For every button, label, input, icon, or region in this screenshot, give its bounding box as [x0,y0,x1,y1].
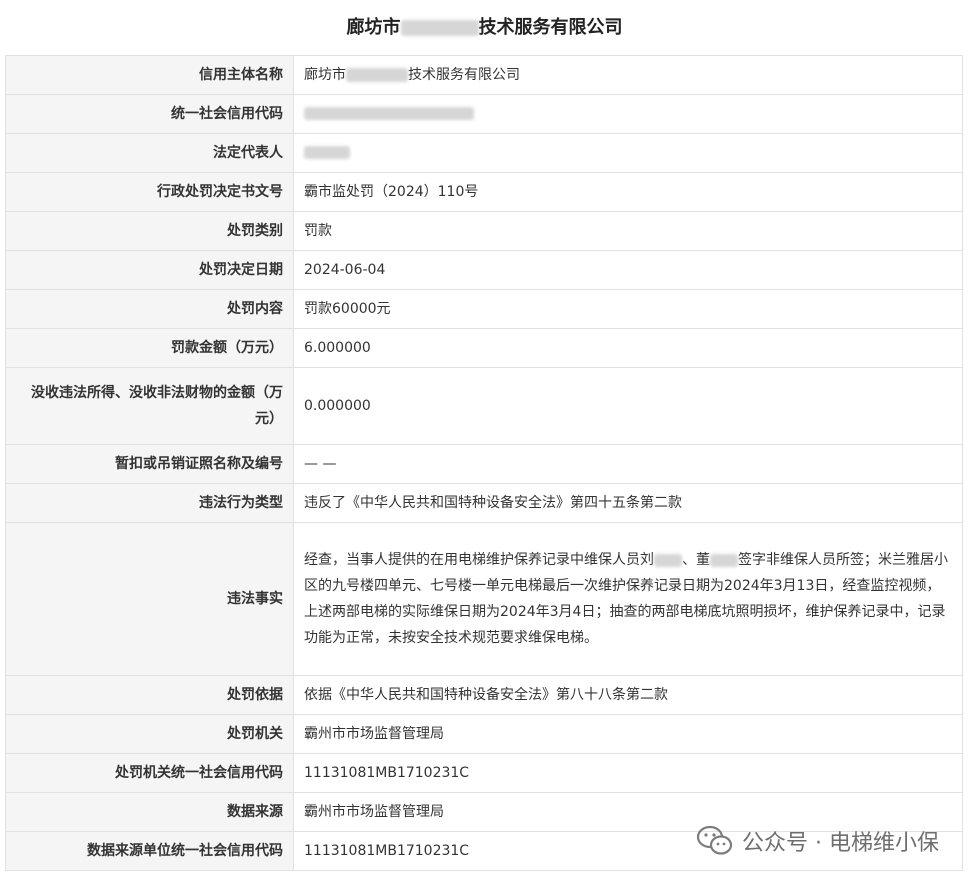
table-row: 行政处罚决定书文号 霸市监处罚（2024）110号 [5,172,963,212]
row-value: 6.000000 [293,328,963,368]
table-row: 处罚类别 罚款 [5,211,963,251]
row-label: 法定代表人 [5,133,294,173]
table-row: 处罚依据 依据《中华人民共和国特种设备安全法》第八十八条第二款 [5,675,963,715]
row-value: 0.000000 [293,367,963,445]
row-value: 霸州市市场监督管理局 [293,714,963,754]
redacted-legal-rep [304,146,350,159]
violation-fact-text: 、董 [682,552,710,568]
table-row: 暂扣或吊销证照名称及编号 — — [5,444,963,484]
company-name-suffix: 技术服务有限公司 [408,66,520,83]
company-name-prefix: 廊坊市 [304,66,346,83]
row-label: 统一社会信用代码 [5,94,294,134]
row-value: — — [293,444,963,484]
table-row: 处罚机关统一社会信用代码 11131081MB1710231C [5,753,963,793]
table-row: 处罚内容 罚款60000元 [5,289,963,329]
redacted-name [710,553,738,567]
row-value: 经查，当事人提供的在用电梯维护保养记录中维保人员刘 、董 签字非维保人员所签；米兰雅… [293,522,963,676]
row-label: 没收违法所得、没收非法财物的金额（万元） [5,367,294,445]
table-row: 处罚机关 霸州市市场监督管理局 [5,714,963,754]
redacted-credit-code [304,107,474,120]
row-value: 罚款60000元 [293,289,963,329]
row-value [293,133,963,173]
row-value: 违反了《中华人民共和国特种设备安全法》第四十五条第二款 [293,483,963,523]
title-suffix: 技术服务有限公司 [478,17,623,38]
row-label: 处罚机关统一社会信用代码 [5,753,294,793]
table-row: 没收违法所得、没收非法财物的金额（万元） 0.000000 [5,367,963,445]
row-value: 2024-06-04 [293,250,963,290]
row-label: 处罚机关 [5,714,294,754]
table-row: 违法事实 经查，当事人提供的在用电梯维护保养记录中维保人员刘 、董 签字非维保人员所… [5,522,963,676]
title-prefix: 廊坊市 [346,17,401,38]
row-value: 霸市监处罚（2024）110号 [293,172,963,212]
row-label: 罚款金额（万元） [5,328,294,368]
table-row: 违法行为类型 违反了《中华人民共和国特种设备安全法》第四十五条第二款 [5,483,963,523]
page-title: 廊坊市 技术服务有限公司 [0,0,969,55]
table-row: 信用主体名称 廊坊市 技术服务有限公司 [5,55,963,95]
table-row: 统一社会信用代码 [5,94,963,134]
row-label: 数据来源单位统一社会信用代码 [5,831,294,871]
row-label: 违法事实 [5,522,294,676]
table-row: 处罚决定日期 2024-06-04 [5,250,963,290]
row-label: 违法行为类型 [5,483,294,523]
redacted-name [654,553,682,567]
row-label: 处罚依据 [5,675,294,715]
table-row: 罚款金额（万元） 6.000000 [5,328,963,368]
row-label: 信用主体名称 [5,55,294,95]
redacted-company-name [400,20,479,36]
redacted-text [346,67,408,82]
row-label: 处罚决定日期 [5,250,294,290]
row-value: 廊坊市 技术服务有限公司 [293,55,963,95]
row-value: 依据《中华人民共和国特种设备安全法》第八十八条第二款 [293,675,963,715]
watermark-text: 公众号 · 电梯维小保 [742,831,939,856]
violation-fact-text: 经查，当事人提供的在用电梯维护保养记录中维保人员刘 [304,552,654,568]
wechat-icon [696,825,733,855]
row-label: 暂扣或吊销证照名称及编号 [5,444,294,484]
row-label: 处罚内容 [5,289,294,329]
row-label: 数据来源 [5,792,294,832]
row-label: 行政处罚决定书文号 [5,172,294,212]
row-label: 处罚类别 [5,211,294,251]
row-value: 罚款 [293,211,963,251]
row-value: 11131081MB1710231C [293,753,963,793]
watermark: 公众号 · 电梯维小保 [696,825,939,857]
row-value [293,94,963,134]
penalty-info-table: 信用主体名称 廊坊市 技术服务有限公司 统一社会信用代码 法定代表人 行政处罚决定… [5,55,963,871]
table-row: 法定代表人 [5,133,963,173]
